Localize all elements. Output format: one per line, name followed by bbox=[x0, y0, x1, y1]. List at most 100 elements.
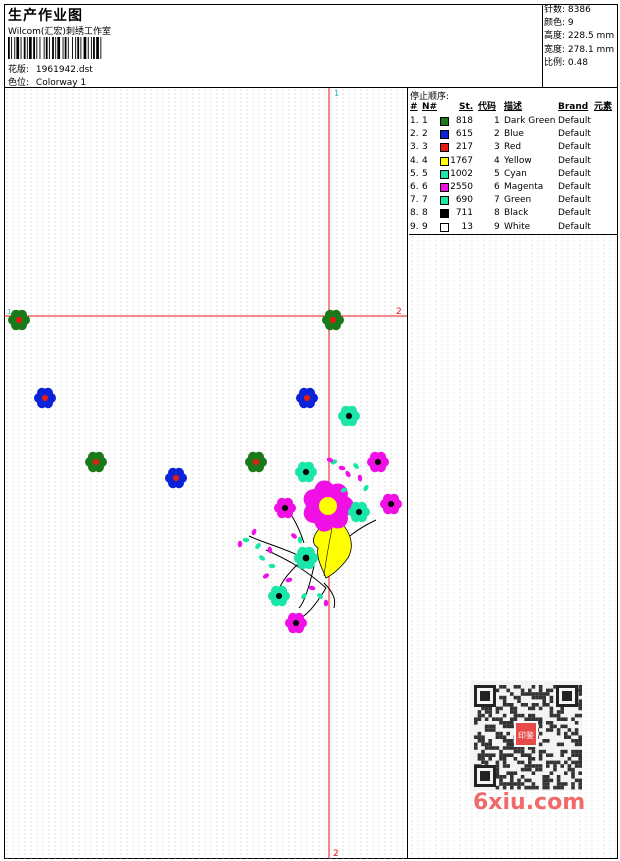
legend-row-desc: Dark Green bbox=[504, 116, 556, 126]
barcode bbox=[8, 37, 102, 59]
legend-row-stitches: 818 bbox=[455, 116, 473, 126]
legend-row-desc: Cyan bbox=[504, 168, 527, 179]
col-brand: Brand bbox=[558, 102, 589, 112]
legend-row-num: 8. bbox=[410, 208, 419, 219]
legend-row-code: 7 bbox=[494, 195, 500, 206]
legend-row-desc: Yellow bbox=[504, 155, 532, 166]
legend-row-brand: Default bbox=[558, 182, 591, 192]
legend-row-n: 5 bbox=[422, 168, 428, 179]
col-st: St. bbox=[459, 102, 474, 112]
legend-row-code: 5 bbox=[494, 168, 500, 179]
legend-row-brand: Default bbox=[558, 168, 591, 179]
legend-color-swatch bbox=[440, 143, 449, 153]
legend-row-desc: Magenta bbox=[504, 182, 544, 192]
legend-row: 7. 7 690 7 Green Default bbox=[409, 194, 618, 207]
legend-row-code: 6 bbox=[494, 182, 500, 192]
legend-row: 5. 5 1002 5 Cyan Default bbox=[409, 168, 618, 181]
stats-panel: 针数: 8386 颜色: 9 高度: 228.5 mm 宽度: 278.1 mm… bbox=[542, 4, 618, 88]
legend-row-n: 6 bbox=[422, 182, 428, 192]
legend-row-n: 4 bbox=[422, 155, 428, 166]
legend-row: 9. 9 13 9 White Default bbox=[409, 221, 618, 234]
legend-row: 2. 2 615 2 Blue Default bbox=[409, 128, 618, 141]
legend-row-stitches: 615 bbox=[455, 129, 473, 140]
legend-row-n: 9 bbox=[422, 221, 428, 232]
page-title: 生产作业图 bbox=[8, 8, 83, 24]
stat-height: 高度: 228.5 mm bbox=[544, 31, 615, 42]
legend-row-stitches: 1002 bbox=[450, 168, 473, 179]
legend-color-swatch bbox=[440, 130, 449, 140]
legend-row-brand: Default bbox=[558, 155, 591, 166]
embroidery-design: 1 2 2 1 bbox=[4, 88, 407, 859]
legend-row: 3. 3 217 3 Red Default bbox=[409, 141, 618, 154]
legend-row-num: 2. bbox=[410, 129, 419, 140]
stat-stitches: 针数: 8386 bbox=[544, 5, 591, 15]
legend-row-brand: Default bbox=[558, 208, 591, 219]
marker-left: 1 bbox=[7, 308, 11, 316]
legend-row-num: 9. bbox=[410, 221, 419, 232]
legend-row-code: 1 bbox=[494, 116, 500, 126]
marker-right: 2 bbox=[396, 307, 402, 317]
legend-row-desc: Green bbox=[504, 195, 532, 206]
col-code: 代码 bbox=[478, 102, 497, 112]
flower-group bbox=[8, 309, 402, 634]
legend-color-swatch bbox=[440, 196, 449, 206]
legend-row-n: 7 bbox=[422, 195, 428, 206]
colorway-label: 色位: bbox=[8, 78, 30, 88]
legend-row-num: 5. bbox=[410, 168, 419, 179]
colorway-info: 色位: Colorway 1 bbox=[8, 75, 86, 88]
legend-row-brand: Default bbox=[558, 129, 591, 140]
marker-bottom: 2 bbox=[333, 849, 339, 859]
qr-code: 印鉴 bbox=[470, 681, 582, 791]
legend-color-swatch bbox=[440, 117, 449, 126]
legend-row-num: 6. bbox=[410, 182, 419, 192]
legend-row-n: 8 bbox=[422, 208, 428, 219]
stat-scale: 比例: 0.48 bbox=[544, 57, 588, 68]
col-hash: # bbox=[410, 102, 418, 112]
legend-color-swatch bbox=[440, 183, 449, 192]
legend-row-brand: Default bbox=[558, 116, 591, 126]
legend-color-swatch bbox=[440, 209, 449, 219]
legend-header-row: # N# St. 代码 描述 Brand 元素 bbox=[409, 101, 618, 114]
legend-row-desc: White bbox=[504, 221, 531, 232]
design-label: 花版: bbox=[8, 65, 30, 75]
legend-row-stitches: 13 bbox=[461, 221, 473, 232]
legend-row-n: 1 bbox=[422, 116, 428, 126]
legend-row-num: 1. bbox=[410, 116, 419, 126]
legend-color-swatch bbox=[440, 169, 449, 179]
thread-legend: 停止顺序: # N# St. 代码 描述 Brand 元素 1. 1 818 1 Dar… bbox=[409, 88, 618, 235]
legend-row-code: 9 bbox=[494, 221, 500, 232]
stamp-text: 印鉴 bbox=[518, 730, 534, 740]
marker-top: 1 bbox=[334, 89, 339, 98]
legend-row-desc: Black bbox=[504, 208, 529, 219]
legend-row-desc: Blue bbox=[504, 129, 524, 140]
design-info: 花版: 1961942.dst bbox=[8, 62, 93, 75]
legend-row-code: 2 bbox=[494, 129, 500, 140]
legend-color-swatch bbox=[440, 222, 449, 232]
stat-colors: 颜色: 9 bbox=[544, 18, 574, 29]
legend-row-stitches: 1767 bbox=[450, 155, 473, 166]
legend-row-num: 4. bbox=[410, 155, 419, 166]
legend-row-n: 3 bbox=[422, 142, 428, 153]
col-element: 元素 bbox=[594, 102, 613, 112]
col-n: N# bbox=[422, 102, 438, 112]
company-name: Wilcom(汇宏)刺绣工作室 bbox=[8, 27, 111, 37]
header: 生产作业图 Wilcom(汇宏)刺绣工作室 花版: 1961942.dst 色位… bbox=[4, 4, 618, 88]
legend-row-code: 3 bbox=[494, 142, 500, 153]
legend-row-brand: Default bbox=[558, 195, 591, 206]
watermark-text: 6xiu.com bbox=[473, 790, 586, 815]
legend-row-stitches: 690 bbox=[455, 195, 473, 206]
stat-width: 宽度: 278.1 mm bbox=[544, 44, 615, 55]
legend-row-brand: Default bbox=[558, 142, 591, 153]
legend-row: 1. 1 818 1 Dark Green Default bbox=[409, 115, 618, 128]
legend-row: 8. 8 711 8 Black Default bbox=[409, 207, 618, 220]
design-value: 1961942.dst bbox=[35, 65, 93, 75]
legend-row-stitches: 217 bbox=[455, 142, 473, 153]
legend-row-num: 7. bbox=[410, 195, 419, 206]
legend-row: 6. 6 2550 6 Magenta Default bbox=[409, 181, 618, 194]
col-desc: 描述 bbox=[504, 102, 523, 112]
legend-row-n: 2 bbox=[422, 129, 428, 140]
legend-row-code: 4 bbox=[494, 155, 500, 166]
legend-row-stitches: 711 bbox=[455, 208, 473, 219]
design-canvas: 1 2 2 1 bbox=[4, 88, 408, 859]
legend-row-num: 3. bbox=[410, 142, 419, 153]
